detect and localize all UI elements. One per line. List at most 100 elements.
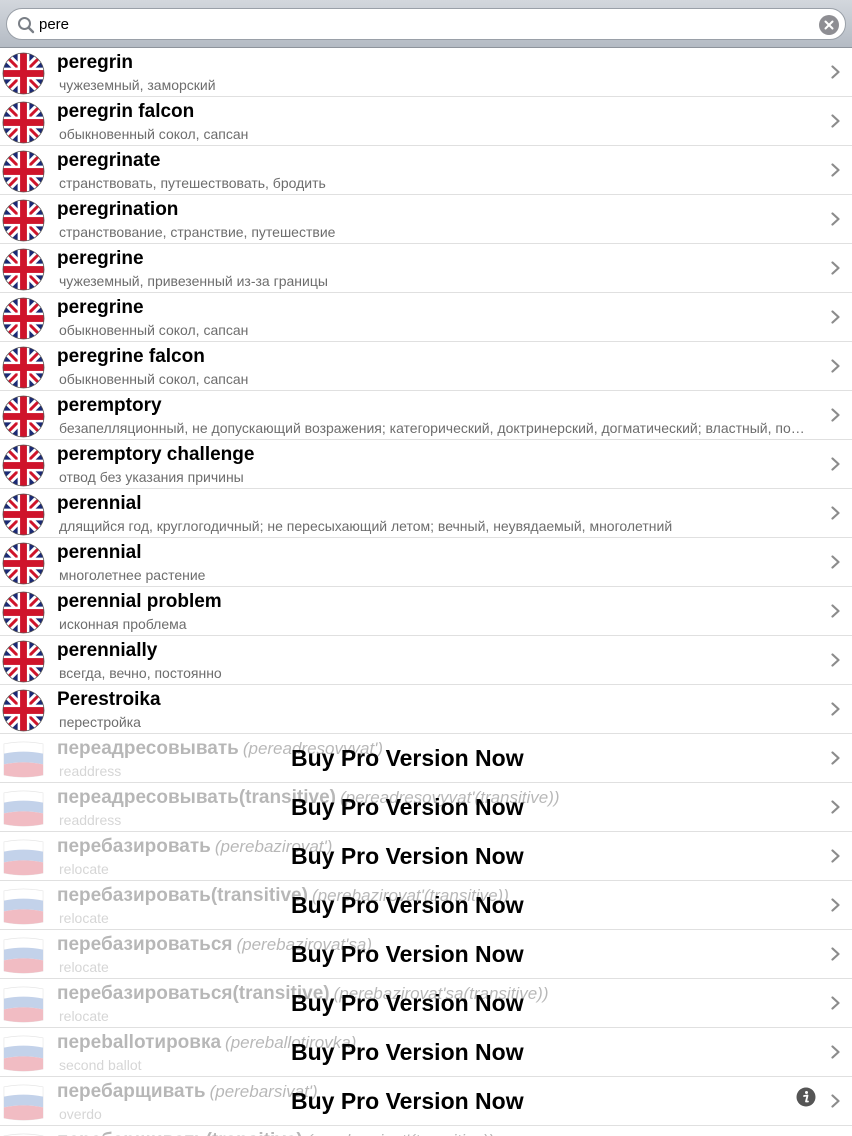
entry-word-text: перебазировать(transitive): [57, 885, 308, 906]
results-list[interactable]: peregrin чужеземный, заморский peregrin f…: [0, 48, 852, 1136]
entry-word: перебарщивать (perebarsivat'): [57, 1081, 318, 1103]
entry-translation: обыкновенный сокол, сапсан: [59, 371, 249, 387]
search-bar: [0, 0, 852, 48]
entry-word-text: перебарщивать(transitive): [57, 1130, 303, 1136]
list-item[interactable]: peregrine обыкновенный сокол, сапсан: [0, 293, 852, 342]
locked-list-item[interactable]: переадресовывать (pereadresovyvat') readdr…: [0, 734, 852, 783]
chevron-right-icon: [831, 408, 840, 422]
entry-translation: чужеземный, привезенный из-за границы: [59, 273, 328, 289]
list-item[interactable]: perennial многолетнее растение: [0, 538, 852, 587]
buy-pro-label[interactable]: Buy Pro Version Now: [291, 794, 524, 821]
list-item[interactable]: peregrin falcon обыкновенный сокол, сапса…: [0, 97, 852, 146]
chevron-right-icon: [831, 359, 840, 373]
list-item[interactable]: perennial длящийся год, круглогодичный; н…: [0, 489, 852, 538]
entry-transliteration: (perebarsivat'(transitive)): [307, 1131, 494, 1136]
locked-list-item[interactable]: перебазироваться(transitive) (perebazirov…: [0, 979, 852, 1028]
uk-flag-icon: [2, 395, 45, 438]
entry-translation: всегда, вечно, постоянно: [59, 665, 222, 681]
entry-word: perennially: [57, 640, 158, 661]
clear-icon[interactable]: [819, 15, 839, 35]
locked-list-item[interactable]: перебазировать(transitive) (perebazirovat…: [0, 881, 852, 930]
uk-flag-icon: [2, 101, 45, 144]
buy-pro-label[interactable]: Buy Pro Version Now: [291, 745, 524, 772]
buy-pro-label[interactable]: Buy Pro Version Now: [291, 892, 524, 919]
buy-pro-label[interactable]: Buy Pro Version Now: [291, 843, 524, 870]
entry-translation: обыкновенный сокол, сапсан: [59, 322, 249, 338]
uk-flag-icon: [2, 346, 45, 389]
entry-translation: second ballot: [59, 1057, 142, 1073]
russian-flag-icon: [3, 986, 44, 1023]
locked-list-item[interactable]: перебарщивать (perebarsivat') overdo Buy Pr…: [0, 1077, 852, 1126]
chevron-right-icon: [831, 898, 840, 912]
russian-flag-icon: [3, 1133, 44, 1136]
russian-flag-icon: [3, 937, 44, 974]
list-item[interactable]: peregrinate странствовать, путешествовать…: [0, 146, 852, 195]
entry-translation: readdress: [59, 763, 122, 779]
chevron-right-icon: [831, 996, 840, 1010]
uk-flag-icon: [2, 52, 45, 95]
locked-list-item[interactable]: перебазировать (perebazirovat') relocate Bu…: [0, 832, 852, 881]
list-item[interactable]: Perestroika перестройка: [0, 685, 852, 734]
search-input[interactable]: [39, 13, 809, 35]
chevron-right-icon: [831, 163, 840, 177]
entry-translation: relocate: [59, 1008, 109, 1024]
chevron-right-icon: [831, 653, 840, 667]
uk-flag-icon: [2, 248, 45, 291]
chevron-right-icon: [831, 65, 840, 79]
search-icon: [18, 17, 35, 34]
chevron-right-icon: [831, 800, 840, 814]
entry-word-text: переадресовывать: [57, 738, 239, 759]
chevron-right-icon: [831, 506, 840, 520]
entry-word: peregrine: [57, 248, 144, 269]
locked-list-item[interactable]: переадресовывать(transitive) (pereadresov…: [0, 783, 852, 832]
uk-flag-icon: [2, 542, 45, 585]
chevron-right-icon: [831, 261, 840, 275]
russian-flag-icon: [3, 741, 44, 778]
info-icon[interactable]: [796, 1087, 816, 1107]
uk-flag-icon: [2, 444, 45, 487]
entry-word-text: перебарщивать: [57, 1081, 206, 1102]
list-item[interactable]: peremptory challenge отвод без указания п…: [0, 440, 852, 489]
locked-list-item[interactable]: переballотировка (pereballotirovka) second…: [0, 1028, 852, 1077]
buy-pro-label[interactable]: Buy Pro Version Now: [291, 990, 524, 1017]
locked-list-item[interactable]: перебарщивать(transitive) (perebarsivat'(…: [0, 1126, 852, 1136]
russian-flag-icon: [3, 1035, 44, 1072]
list-item[interactable]: perennially всегда, вечно, постоянно: [0, 636, 852, 685]
chevron-right-icon: [831, 555, 840, 569]
entry-translation: перестройка: [59, 714, 141, 730]
entry-translation: отвод без указания причины: [59, 469, 244, 485]
list-item[interactable]: peremptory безапелляционный, не допускающ…: [0, 391, 852, 440]
russian-flag-icon: [3, 790, 44, 827]
locked-list-item[interactable]: перебазироваться (perebazirovat'sa) reloca…: [0, 930, 852, 979]
entry-word: perennial: [57, 542, 142, 563]
buy-pro-label[interactable]: Buy Pro Version Now: [291, 941, 524, 968]
chevron-right-icon: [831, 114, 840, 128]
entry-word: peregrine falcon: [57, 346, 205, 367]
uk-flag-icon: [2, 297, 45, 340]
entry-translation: исконная проблема: [59, 616, 187, 632]
list-item[interactable]: peregrin чужеземный, заморский: [0, 48, 852, 97]
buy-pro-label[interactable]: Buy Pro Version Now: [291, 1039, 524, 1066]
list-item[interactable]: peregrine чужеземный, привезенный из-за г…: [0, 244, 852, 293]
entry-translation: странствование, странствие, путешествие: [59, 224, 336, 240]
russian-flag-icon: [3, 839, 44, 876]
list-item[interactable]: perennial problem исконная проблема: [0, 587, 852, 636]
entry-word: peregrin falcon: [57, 101, 195, 122]
entry-word-text: перебазироваться(transitive): [57, 983, 330, 1004]
entry-word: Perestroika: [57, 689, 161, 710]
list-item[interactable]: peregrine falcon обыкновенный сокол, сапс…: [0, 342, 852, 391]
chevron-right-icon: [831, 1094, 840, 1108]
search-field[interactable]: [6, 8, 846, 40]
uk-flag-icon: [2, 493, 45, 536]
list-item[interactable]: peregrination странствование, странствие,…: [0, 195, 852, 244]
chevron-right-icon: [831, 457, 840, 471]
entry-word-text: перебазироваться: [57, 934, 233, 955]
chevron-right-icon: [831, 1045, 840, 1059]
entry-word-text: переballотировка: [57, 1032, 222, 1053]
uk-flag-icon: [2, 640, 45, 683]
entry-translation: relocate: [59, 861, 109, 877]
entry-word: peremptory: [57, 395, 162, 416]
entry-word: perennial problem: [57, 591, 222, 612]
buy-pro-label[interactable]: Buy Pro Version Now: [291, 1088, 524, 1115]
chevron-right-icon: [831, 751, 840, 765]
